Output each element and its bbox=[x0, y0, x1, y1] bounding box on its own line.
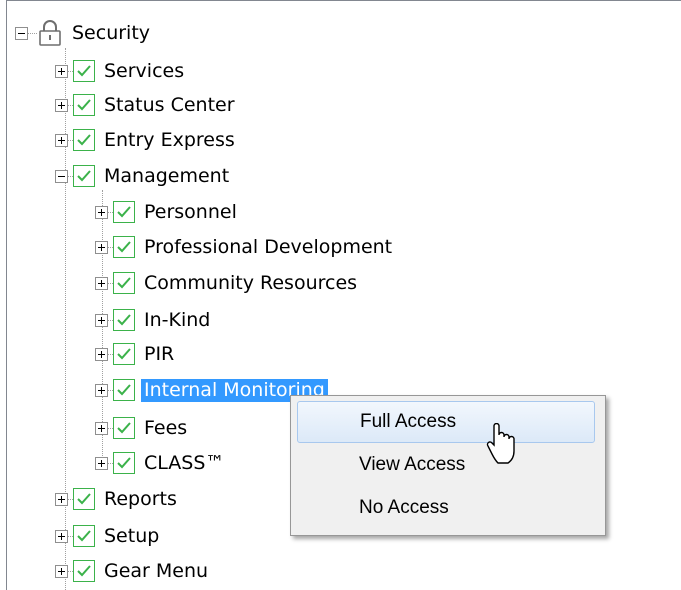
tree-root[interactable]: Security bbox=[15, 15, 153, 51]
collapse-icon[interactable] bbox=[15, 26, 28, 40]
expand-icon[interactable] bbox=[55, 529, 68, 543]
expand-icon[interactable] bbox=[95, 313, 108, 327]
menu-item-label: View Access bbox=[359, 454, 466, 475]
checkmark-icon[interactable] bbox=[113, 236, 135, 258]
mouse-pointer-icon bbox=[486, 423, 515, 464]
tree-border-top bbox=[6, 0, 681, 1]
menu-item-label: Full Access bbox=[360, 411, 457, 432]
expand-icon[interactable] bbox=[95, 347, 108, 361]
tree-item-label: Entry Express bbox=[104, 128, 235, 151]
tree-item-label: Fees bbox=[144, 416, 188, 439]
tree-item-label: Status Center bbox=[104, 93, 235, 116]
expand-icon[interactable] bbox=[95, 205, 108, 219]
checkmark-icon[interactable] bbox=[113, 201, 135, 223]
expand-icon[interactable] bbox=[55, 133, 68, 147]
tree-item-label: Gear Menu bbox=[104, 559, 209, 582]
tree-connector bbox=[28, 32, 37, 34]
tree-item[interactable]: Entry Express bbox=[55, 122, 238, 158]
tree-item[interactable]: Community Resources bbox=[95, 265, 360, 301]
expand-icon[interactable] bbox=[95, 276, 108, 290]
tree-item[interactable]: Reports bbox=[55, 481, 180, 517]
menu-item-full-access[interactable]: Full Access bbox=[297, 401, 595, 443]
tree-item[interactable]: Gear Menu bbox=[55, 553, 211, 589]
checkmark-icon[interactable] bbox=[113, 309, 135, 331]
tree-item[interactable]: Status Center bbox=[55, 87, 238, 123]
expand-icon[interactable] bbox=[95, 383, 108, 397]
tree-root-label: Security bbox=[72, 21, 151, 44]
checkmark-icon[interactable] bbox=[73, 94, 95, 116]
tree-border-left bbox=[6, 0, 7, 590]
tree-item-label: Services bbox=[104, 59, 185, 82]
tree-item[interactable]: Setup bbox=[55, 518, 162, 554]
menu-item-label: No Access bbox=[359, 497, 449, 518]
expand-icon[interactable] bbox=[95, 456, 108, 470]
tree-item[interactable]: CLASS™ bbox=[95, 445, 227, 481]
tree-item[interactable]: Services bbox=[55, 53, 187, 89]
tree-item[interactable]: Fees bbox=[95, 410, 190, 446]
context-menu: Full Access View Access No Access bbox=[290, 395, 606, 536]
expand-icon[interactable] bbox=[55, 492, 68, 506]
expand-icon[interactable] bbox=[95, 421, 108, 435]
checkmark-icon[interactable] bbox=[73, 488, 95, 510]
checkmark-icon[interactable] bbox=[73, 165, 95, 187]
tree-item-label: Management bbox=[104, 164, 230, 187]
checkmark-icon[interactable] bbox=[73, 525, 95, 547]
checkmark-icon[interactable] bbox=[73, 129, 95, 151]
tree-item[interactable]: PIR bbox=[95, 336, 177, 372]
tree-item-label: Professional Development bbox=[144, 235, 393, 258]
menu-item-view-access[interactable]: View Access bbox=[297, 444, 595, 486]
tree-item[interactable]: Professional Development bbox=[95, 229, 395, 265]
tree-item-label: CLASS™ bbox=[144, 451, 225, 474]
expand-icon[interactable] bbox=[55, 564, 68, 578]
tree-item-label: Setup bbox=[104, 524, 160, 547]
tree-item-label: PIR bbox=[144, 342, 175, 365]
tree-item-label: Reports bbox=[104, 487, 177, 510]
checkmark-icon[interactable] bbox=[113, 452, 135, 474]
tree-item-label: In-Kind bbox=[144, 308, 211, 331]
tree-item-label: Personnel bbox=[144, 200, 237, 223]
checkmark-icon[interactable] bbox=[113, 379, 135, 401]
tree-item-label: Community Resources bbox=[144, 271, 358, 294]
tree-item[interactable]: Management bbox=[55, 158, 232, 194]
expand-icon[interactable] bbox=[95, 240, 108, 254]
tree-item[interactable]: In-Kind bbox=[95, 302, 213, 338]
collapse-icon[interactable] bbox=[55, 169, 68, 183]
lock-icon bbox=[39, 20, 61, 46]
checkmark-icon[interactable] bbox=[113, 417, 135, 439]
expand-icon[interactable] bbox=[55, 98, 68, 112]
expand-icon[interactable] bbox=[55, 64, 68, 78]
checkmark-icon[interactable] bbox=[113, 343, 135, 365]
checkmark-icon[interactable] bbox=[73, 60, 95, 82]
checkmark-icon[interactable] bbox=[113, 272, 135, 294]
checkmark-icon[interactable] bbox=[73, 560, 95, 582]
menu-item-no-access[interactable]: No Access bbox=[297, 487, 595, 529]
tree-item[interactable]: Personnel bbox=[95, 194, 240, 230]
